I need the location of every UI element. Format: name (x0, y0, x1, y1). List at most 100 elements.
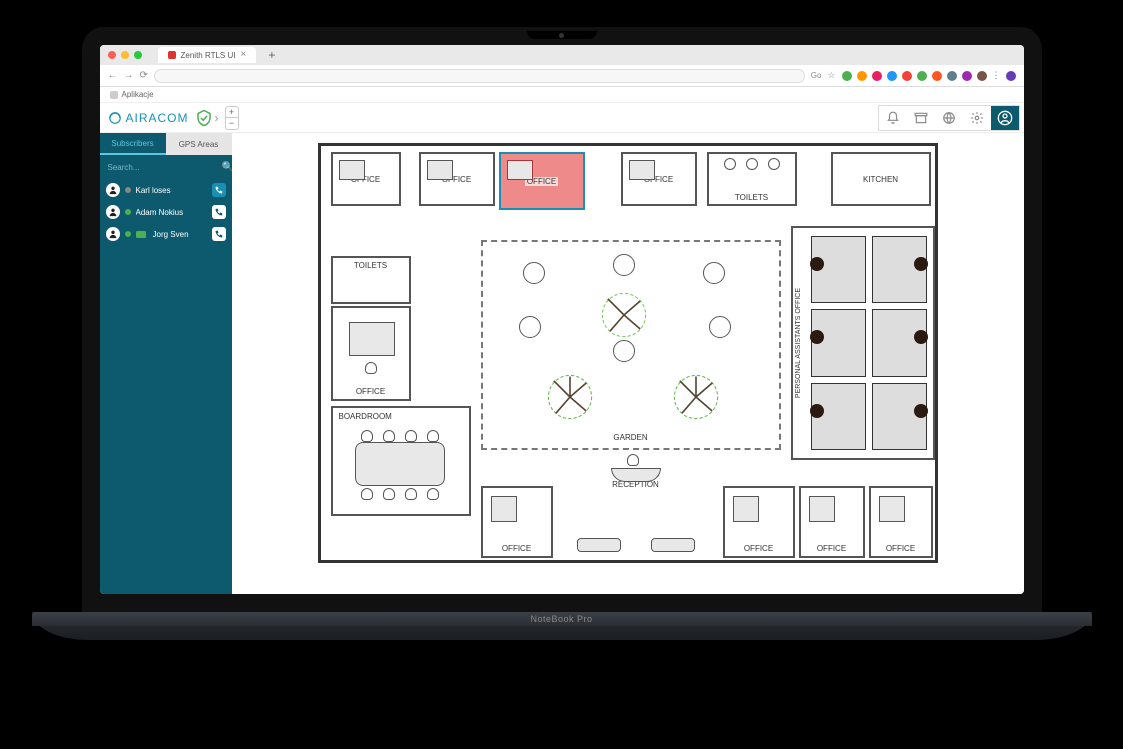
extension-icon[interactable] (842, 71, 852, 81)
call-button[interactable] (212, 183, 226, 197)
extension-icon[interactable] (932, 71, 942, 81)
close-window-button[interactable] (108, 51, 116, 59)
nav-reload-button[interactable]: ⟳ (140, 70, 148, 81)
room-kitchen[interactable]: KITCHEN (831, 152, 931, 206)
minimize-window-button[interactable] (121, 51, 129, 59)
app-header: AIRACOM › + − (100, 103, 1024, 133)
room-label: OFFICE (815, 544, 848, 553)
room-label: GARDEN (611, 433, 649, 442)
status-dot (125, 231, 131, 237)
subscriber-row[interactable]: Jorg Sven (100, 223, 232, 245)
room-office-highlighted[interactable]: OFFICE (499, 152, 585, 210)
extension-icon[interactable] (947, 71, 957, 81)
room-office[interactable]: OFFICE (621, 152, 697, 206)
profile-button[interactable] (991, 106, 1019, 130)
room-office-left[interactable]: OFFICE (331, 306, 411, 401)
room-pa-office[interactable]: PERSONAL ASSISTANTS OFFICE (791, 226, 935, 460)
extension-icon[interactable] (917, 71, 927, 81)
room-office-bottom[interactable]: OFFICE (481, 486, 553, 558)
floorplan: OFFICE OFFICE OFFICE (318, 143, 938, 563)
new-tab-button[interactable]: + (268, 48, 275, 62)
room-office-bottom[interactable]: OFFICE (799, 486, 865, 558)
user-circle-icon (997, 110, 1013, 126)
star-icon[interactable]: ☆ (827, 70, 835, 81)
extension-icons: ⋮ (842, 70, 1016, 81)
extension-icon[interactable] (977, 71, 987, 81)
subscriber-row[interactable]: Karl loses (100, 179, 232, 201)
cubicle (872, 309, 927, 376)
traffic-lights (108, 51, 142, 59)
toilet-fixture (746, 158, 758, 170)
tab-subscribers[interactable]: Subscribers (100, 133, 166, 155)
profile-avatar-icon[interactable] (1006, 71, 1016, 81)
sidebar-search: 🔍 ▽ (100, 155, 232, 179)
chair-furniture (427, 488, 439, 500)
expand-toggle-icon[interactable]: › (215, 111, 219, 125)
settings-button[interactable] (963, 106, 991, 130)
room-office[interactable]: OFFICE (419, 152, 495, 206)
nav-back-button[interactable]: ← (108, 70, 118, 81)
room-label: TOILETS (352, 261, 389, 270)
garden-table (519, 316, 541, 338)
notifications-button[interactable] (879, 106, 907, 130)
search-input[interactable] (108, 163, 218, 172)
tab-label: GPS Areas (179, 140, 219, 149)
bookmarks-bar: Aplikacje (100, 87, 1024, 103)
room-label: OFFICE (884, 544, 917, 553)
extension-icon[interactable] (887, 71, 897, 81)
reception-chair (627, 454, 639, 466)
call-button[interactable] (212, 205, 226, 219)
zoom-out-button[interactable]: − (226, 118, 238, 129)
desk-furniture (507, 160, 533, 180)
room-label: TOILETS (733, 193, 770, 202)
tab-close-icon[interactable]: × (240, 50, 246, 60)
room-office-bottom[interactable]: OFFICE (723, 486, 795, 558)
call-button[interactable] (212, 227, 226, 241)
browser-tab[interactable]: Zenith RTLS UI × (158, 47, 257, 63)
tree-icon (597, 288, 651, 342)
subscriber-row[interactable]: Adam Nokius (100, 201, 232, 223)
maximize-window-button[interactable] (134, 51, 142, 59)
url-field[interactable] (154, 69, 805, 83)
room-boardroom[interactable]: BOARDROOM (331, 406, 471, 516)
globe-button[interactable] (935, 106, 963, 130)
chair-furniture (427, 430, 439, 442)
bell-icon (886, 111, 900, 125)
room-toilets[interactable]: TOILETS (707, 152, 797, 206)
cubicle (811, 383, 866, 450)
extension-icon[interactable] (962, 71, 972, 81)
cubicle (872, 236, 927, 303)
bookmarks-label[interactable]: Aplikacje (122, 90, 154, 99)
brand-logo-icon (108, 111, 122, 125)
garden-table (709, 316, 731, 338)
tab-title: Zenith RTLS UI (181, 51, 236, 60)
extension-icon[interactable] (902, 71, 912, 81)
shield-check-icon[interactable] (195, 109, 213, 127)
gear-icon (970, 111, 984, 125)
person-marker (914, 404, 928, 418)
nav-forward-button[interactable]: → (124, 70, 134, 81)
tab-gps-areas[interactable]: GPS Areas (166, 133, 232, 155)
archive-button[interactable] (907, 106, 935, 130)
window-chrome: Zenith RTLS UI × + (100, 45, 1024, 65)
desk-furniture (427, 160, 453, 180)
share-label: Go (811, 71, 822, 80)
person-marker (914, 257, 928, 271)
extensions-menu-icon[interactable]: ⋮ (992, 70, 1001, 81)
brand-logo[interactable]: AIRACOM (104, 111, 189, 125)
room-reception[interactable]: RECEPTION (551, 456, 721, 512)
box-icon (914, 111, 928, 125)
extension-icon[interactable] (857, 71, 867, 81)
room-garden[interactable]: GARDEN (481, 240, 781, 450)
zoom-controls: + − (225, 106, 239, 130)
room-office-bottom[interactable]: OFFICE (869, 486, 933, 558)
zoom-in-button[interactable]: + (226, 107, 238, 118)
extension-icon[interactable] (872, 71, 882, 81)
sidebar: Subscribers GPS Areas 🔍 ▽ Karl loses (100, 133, 232, 594)
apps-icon[interactable] (110, 91, 118, 99)
tree-icon (543, 370, 597, 424)
room-toilets-left[interactable]: TOILETS (331, 256, 411, 304)
map-canvas[interactable]: OFFICE OFFICE OFFICE (232, 133, 1024, 594)
status-dot (125, 187, 131, 193)
room-office[interactable]: OFFICE (331, 152, 401, 206)
